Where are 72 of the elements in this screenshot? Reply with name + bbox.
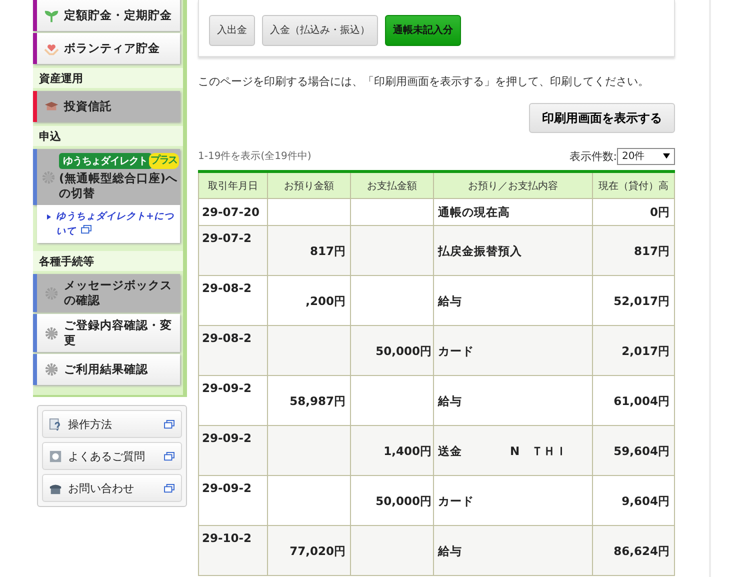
page-size-select[interactable]: 20件 [617,148,675,164]
menu-item[interactable]: 投資信託 [33,91,180,122]
table-cell: 29-08-2 [202,281,252,295]
menu-item[interactable]: ボランティア貯金 [33,33,180,64]
table-cell: 29-09-2 [202,381,252,395]
table-cell: 59,604円 [614,444,670,458]
column-header: お預り金額 [268,172,350,198]
table-cell: 50,000円 [376,494,432,508]
new-window-icon [164,484,175,492]
table-cell: 29-10-2 [202,531,252,545]
caret-icon [663,153,670,159]
gear-icon [44,286,59,300]
menu-item[interactable]: メッセージボックスの確認 [33,274,180,312]
section-heading: 申込 [33,126,183,146]
column-header: お預り／お支払内容 [434,172,592,198]
gear-icon [41,170,56,184]
table-cell: 61,004円 [614,394,670,408]
section-heading: 資産運用 [33,68,183,88]
section-heading: 各種手続等 [33,251,183,271]
tab[interactable]: 入金（払込み・振込） [262,14,378,46]
table-cell: 52,017円 [614,294,670,308]
plus-badge: プラス [148,153,180,169]
print-notice: このページを印刷する場合には、「印刷用画面を表示する」を押して、印刷してください。 [198,74,650,89]
column-header: 現在（貸付）高 [592,172,674,198]
menu-item[interactable]: 定額貯金・定期貯金 [33,0,180,31]
table-cell: 77,020円 [290,544,346,558]
tab[interactable]: 入出金 [209,14,255,46]
help-link[interactable]: よくあるご質問 [42,442,182,470]
table-cell: 58,987円 [290,394,346,408]
menu-item[interactable]: ご利用結果確認 [33,354,180,385]
gear-icon [44,362,59,377]
table-cell: カード [438,344,474,358]
table-cell: 1,400円 [384,444,432,458]
sprout-icon [44,8,59,23]
help-link[interactable]: お問い合わせ [42,474,182,502]
table-cell: 送金 N ＴＨＩ [438,444,568,458]
table-cell: 給与 [438,394,462,408]
table-cell: 86,624円 [614,544,670,558]
table-cell: 通帳の現在高 [438,205,510,219]
table-cell: 29-07-2 [202,231,252,245]
help-link[interactable]: 操作方法 [42,410,182,438]
new-window-icon [81,225,92,234]
table-cell: 29-09-2 [202,481,252,495]
table-cell: 50,000円 [376,344,432,358]
new-window-icon [164,420,175,428]
service-badge: ゆうちょダイレクト [59,153,152,169]
table-cell: 817円 [634,244,670,258]
triangle-icon [47,214,51,220]
column-header: 取引年月日 [198,172,268,198]
table-cell: 817円 [310,244,346,258]
table-cell: ,200円 [306,294,346,308]
table-cell: カード [438,494,474,508]
table-cell: 9,604円 [622,494,670,508]
tab[interactable]: 通帳未記入分 [385,14,461,46]
menu-item-label: (無通帳型総合口座)への切替 [59,171,179,201]
gear-icon [44,326,59,340]
menu-item[interactable]: ご登録内容確認・変更 [33,314,180,352]
table-cell: 払戻金振替預入 [438,244,522,258]
table-cell: 2,017円 [622,344,670,358]
result-count: 1-19件を表示(全19件中) [198,150,312,163]
table-cell: 29-09-2 [202,431,252,445]
table-cell: 0円 [650,205,670,219]
new-window-icon [164,452,175,460]
menu-item[interactable]: ゆうちょダイレクト プラス (無通帳型総合口座)への切替 [33,149,180,205]
print-button[interactable]: 印刷用画面を表示する [529,103,675,133]
table-cell: 給与 [438,544,462,558]
page-size-label: 表示件数: [569,148,617,164]
column-header: お支払金額 [350,172,434,198]
table-cell: 給与 [438,294,462,308]
table-cell: 29-07-20 [202,205,260,219]
question-icon [49,418,62,430]
table-cell: 29-08-2 [202,331,252,345]
